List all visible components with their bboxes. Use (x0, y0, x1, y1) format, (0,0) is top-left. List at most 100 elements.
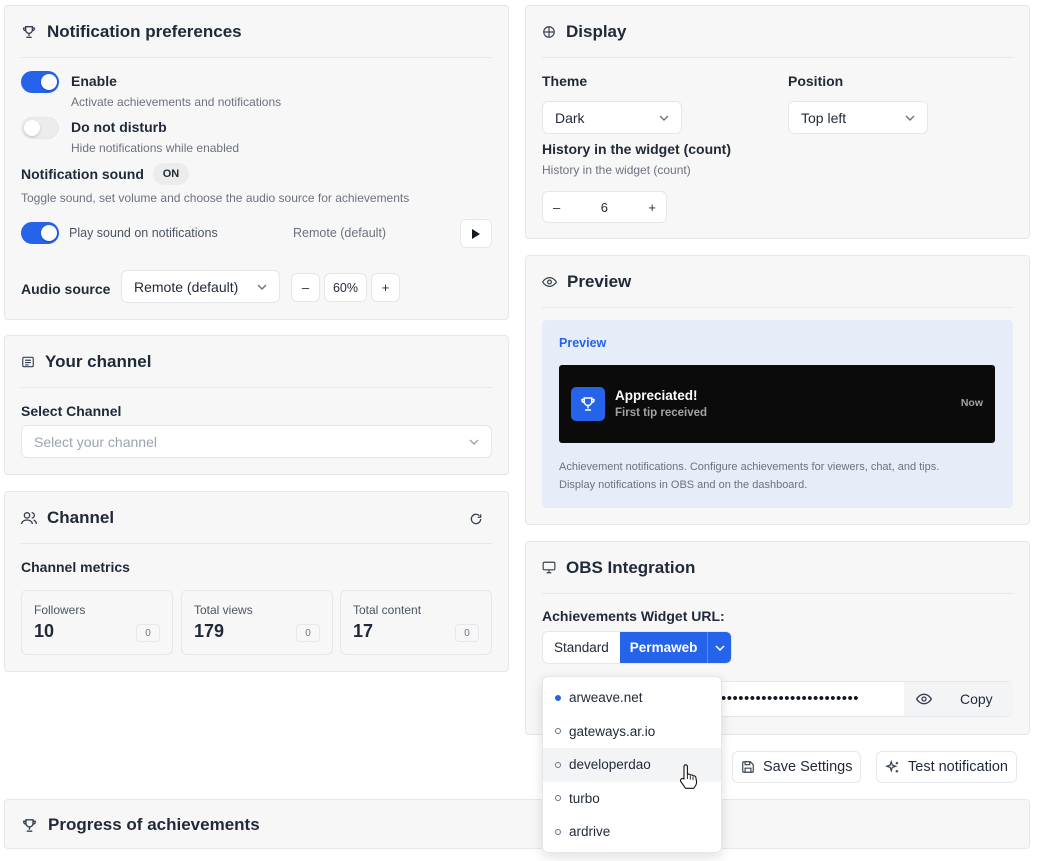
theme-value: Dark (555, 109, 585, 126)
sparkles-icon (885, 759, 900, 775)
theme-select[interactable]: Dark (542, 101, 682, 134)
save-icon (741, 760, 755, 774)
audio-source-select[interactable]: Remote (default) (121, 270, 280, 303)
monitor-icon (542, 561, 556, 574)
radio-dot-icon (555, 828, 561, 835)
metric-value: 179 (194, 621, 225, 641)
preview-card: Preview Preview Appreciated! First tip r… (525, 255, 1030, 525)
toast-title: Appreciated! (615, 388, 698, 403)
trophy-icon (21, 817, 38, 834)
metric-badge: 0 (136, 624, 160, 642)
trophy-icon (579, 395, 597, 413)
play-icon (471, 228, 481, 240)
sound-status-badge: ON (153, 163, 189, 185)
chevron-down-icon (905, 115, 915, 121)
metric-badge: 0 (455, 624, 479, 642)
trophy-icon (21, 24, 37, 40)
selected-dot-icon (555, 694, 561, 701)
radio-dot-icon (555, 761, 561, 768)
channel-card: Channel Channel metrics Followers 10 0 T… (4, 491, 509, 672)
gateway-option-label: gateways.ar.io (569, 723, 656, 739)
dnd-toggle[interactable] (21, 117, 59, 139)
preview-description-line1: Achievement notifications. Configure ach… (559, 461, 940, 473)
gateway-option-ardrive[interactable]: ardrive (543, 815, 721, 849)
sound-description: Toggle sound, set volume and choose the … (21, 191, 410, 205)
your-channel-card: Your channel Select Channel Select your … (4, 335, 509, 475)
card-title: Display (566, 21, 627, 41)
history-increase-button[interactable]: + (648, 200, 656, 215)
progress-header: Progress of achievements (21, 800, 260, 850)
notification-sound-label: Notification sound (21, 166, 144, 182)
enable-description: Activate achievements and notifications (71, 95, 282, 109)
gateway-option-arweave[interactable]: arweave.net (543, 681, 721, 715)
play-sound-toggle[interactable] (21, 222, 59, 244)
theme-label: Theme (542, 73, 588, 89)
metric-badge: 0 (296, 624, 320, 642)
dnd-description: Hide notifications while enabled (71, 141, 240, 155)
metric-label: Followers (34, 603, 86, 617)
position-select[interactable]: Top left (788, 101, 928, 134)
url-type-tabs: Standard Permaweb (542, 631, 733, 664)
enable-toggle[interactable] (21, 71, 59, 93)
gateway-option-label: arweave.net (569, 690, 643, 706)
widget-url-masked: •••••••••••••••••••••••• (721, 690, 860, 707)
tab-standard[interactable]: Standard (543, 632, 620, 663)
card-header: Preview (542, 256, 1013, 308)
progress-achievements-card: Progress of achievements (4, 799, 1030, 849)
card-header: Channel (21, 492, 492, 544)
audio-source-label: Audio source (21, 281, 111, 297)
metric-total-views: Total views 179 0 (181, 590, 333, 655)
position-label: Position (788, 73, 844, 89)
preview-area: Preview Appreciated! First tip received … (542, 320, 1013, 508)
gateway-option-label: developerdao (569, 757, 651, 773)
channel-select[interactable]: Select your channel (21, 425, 492, 458)
history-stepper[interactable]: – 6 + (542, 191, 667, 223)
toast-subtitle: First tip received (615, 407, 708, 419)
notification-toast: Appreciated! First tip received Now (559, 365, 995, 443)
metric-value: 10 (34, 621, 55, 641)
card-title: Preview (567, 271, 632, 291)
metric-followers: Followers 10 0 (21, 590, 173, 655)
dnd-label: Do not disturb (71, 119, 167, 135)
notification-preferences-card: Notification preferences Enable Activate… (4, 5, 509, 320)
channel-metrics-label: Channel metrics (21, 559, 130, 575)
save-settings-label: Save Settings (763, 759, 853, 775)
select-channel-label: Select Channel (21, 403, 122, 419)
volume-decrease-button[interactable]: – (291, 273, 320, 302)
users-icon (21, 511, 37, 525)
metric-total-content: Total content 17 0 (340, 590, 492, 655)
radio-dot-icon (555, 795, 561, 802)
audio-source-value: Remote (default) (134, 278, 239, 295)
toast-trophy-badge (571, 387, 605, 421)
card-header: Display (542, 6, 1013, 58)
card-header: Your channel (21, 336, 492, 388)
gateway-option-label: ardrive (569, 824, 611, 840)
gateway-option-label: turbo (569, 790, 600, 806)
tab-permaweb[interactable]: Permaweb (619, 632, 708, 663)
chevron-down-icon (257, 284, 267, 290)
history-value: 6 (600, 199, 608, 215)
chevron-down-icon (715, 644, 725, 651)
position-value: Top left (801, 109, 847, 126)
copy-button[interactable]: Copy (960, 691, 993, 707)
card-title: Progress of achievements (48, 815, 260, 834)
widget-url-label: Achievements Widget URL: (542, 608, 725, 624)
card-title: Your channel (45, 351, 152, 371)
list-icon (21, 355, 35, 369)
eye-icon[interactable] (904, 682, 944, 716)
preview-area-label: Preview (559, 336, 607, 350)
test-notification-label: Test notification (908, 759, 1008, 775)
toast-time: Now (960, 397, 983, 409)
history-decrease-button[interactable]: – (553, 200, 560, 215)
gateway-option-ar-io[interactable]: gateways.ar.io (543, 715, 721, 749)
metric-value: 17 (353, 621, 374, 641)
refresh-icon[interactable] (469, 512, 483, 526)
save-settings-button[interactable]: Save Settings (732, 751, 862, 783)
gateway-dropdown-toggle[interactable] (707, 632, 732, 663)
play-preview-button[interactable] (460, 219, 492, 248)
radio-dot-icon (555, 728, 561, 735)
volume-increase-button[interactable]: + (371, 273, 400, 302)
test-notification-button[interactable]: Test notification (876, 751, 1017, 783)
chevron-down-icon (469, 439, 479, 445)
card-title: Channel (47, 507, 115, 527)
